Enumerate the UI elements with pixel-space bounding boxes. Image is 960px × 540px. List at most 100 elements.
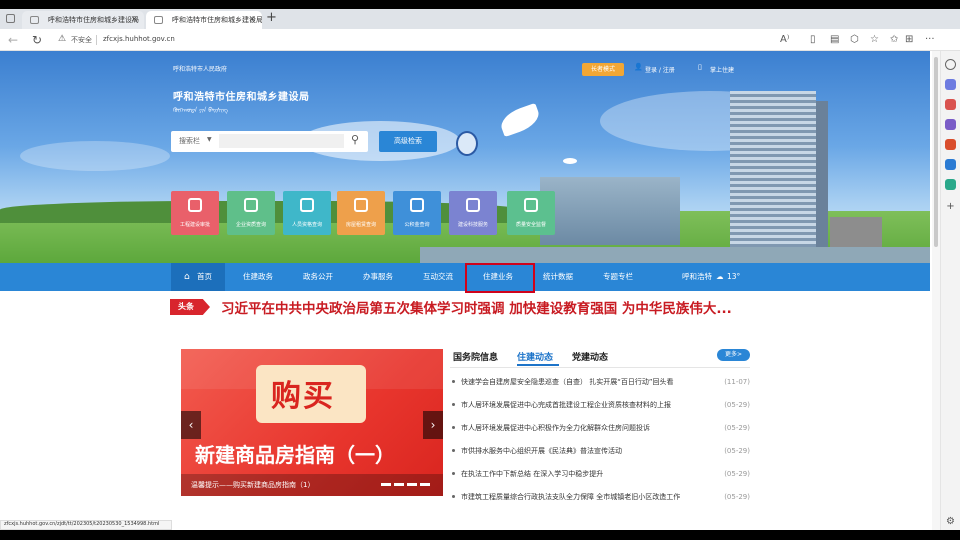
tab-state-council[interactable]: 国务院信息 (453, 350, 498, 363)
split-screen-icon[interactable]: ▯ (810, 33, 816, 47)
building-low (540, 177, 680, 245)
drop-icon[interactable] (945, 179, 956, 190)
accessibility-label: 长者模式 (590, 66, 615, 73)
site-title-mongolian: ᠬᠥᠬᠡᠬᠣᠲᠠ ᠶᠢᠨ ᠪᠠᠢᠰᠢᠩ (173, 107, 229, 114)
close-icon[interactable]: ✕ (248, 11, 256, 29)
scrollbar[interactable] (932, 51, 940, 530)
news-item[interactable]: 在执法工作中下新总结 在深入学习中稳步提升 (05-29) (450, 466, 750, 482)
carousel-dots[interactable] (381, 483, 431, 486)
carousel-caption[interactable]: 温馨提示——购买新建商品房指南（1） (191, 480, 314, 490)
office-icon[interactable] (945, 139, 956, 150)
tile-label: 公积金查询 (404, 222, 430, 228)
service-tile[interactable]: 质量安全监督 (507, 191, 555, 235)
service-tile[interactable]: 房屋租赁查询 (337, 191, 385, 235)
more-icon[interactable]: ··· (925, 33, 935, 47)
nav-item-topics[interactable]: 专题专栏 (603, 263, 633, 291)
news-item[interactable]: 市建筑工程质量综合行政执法支队全力保障 全市城镇老旧小区改造工作 (05-29) (450, 489, 750, 505)
news-title[interactable]: 在执法工作中下新总结 在深入学习中稳步提升 (461, 466, 705, 482)
news-title[interactable]: 市供排水服务中心组织开展《民法典》普法宣传活动 (461, 443, 705, 459)
service-tile[interactable]: 人员资格查询 (283, 191, 331, 235)
road (420, 247, 930, 263)
service-tile[interactable]: 工程建设审批 (171, 191, 219, 235)
security-label[interactable]: 不安全 (71, 35, 92, 45)
nav-item-interaction[interactable]: 互动交流 (423, 263, 453, 291)
bullet-icon (452, 426, 455, 429)
browser-sidebar: + ⚙ (940, 51, 960, 530)
games-icon[interactable] (945, 119, 956, 130)
building-tower-side (816, 101, 828, 247)
nav-item-statistics[interactable]: 统计数据 (543, 263, 573, 291)
back-icon[interactable]: ← (8, 32, 18, 48)
news-date: (05-29) (724, 424, 750, 432)
carousel-prev-button[interactable]: ‹ (181, 411, 201, 439)
user-icon[interactable]: 👤 (634, 63, 643, 71)
tile-label: 质量安全监督 (515, 222, 546, 228)
url-field[interactable]: zfcxjs.huhhot.gov.cn (103, 35, 175, 43)
extensions-icon[interactable]: ⬡ (850, 33, 859, 47)
close-icon[interactable]: ✕ (130, 11, 138, 29)
gov-name[interactable]: 呼和浩特市人民政府 (173, 64, 227, 73)
news-title[interactable]: 市建筑工程质量综合行政执法支队全力保障 全市城镇老旧小区改造工作 (461, 489, 705, 505)
tab-actions-icon[interactable] (6, 14, 15, 23)
service-tile[interactable]: 公积金查询 (393, 191, 441, 235)
service-tile[interactable]: 建设科技服务 (449, 191, 497, 235)
more-button[interactable]: 更多> (717, 349, 750, 361)
favorites-icon[interactable]: ✩ (890, 33, 898, 47)
bullet-icon (452, 472, 455, 475)
warning-icon[interactable]: ⚠ (58, 34, 66, 44)
reading-mode-icon[interactable]: ▤ (830, 33, 839, 47)
advanced-search-button[interactable]: 高级检索 (379, 131, 437, 152)
cloud-icon: ☁ (716, 272, 724, 281)
service-tile[interactable]: 企业资质查询 (227, 191, 275, 235)
carousel-next-button[interactable]: › (423, 411, 443, 439)
outlook-icon[interactable] (945, 159, 956, 170)
mobile-icon[interactable]: ▯ (698, 63, 702, 71)
news-item[interactable]: 市人居环境发展促进中心完成首批建设工程企业资质核查材料的上报 (05-29) (450, 397, 750, 413)
tile-icon (354, 198, 368, 212)
scrollbar-thumb[interactable] (934, 57, 938, 247)
nav-item-home[interactable]: 首页 (197, 263, 212, 291)
accessibility-button[interactable]: 长者模式 (582, 63, 624, 76)
read-aloud-icon[interactable]: A⁾ (780, 33, 789, 47)
news-date: (05-29) (724, 493, 750, 501)
building-tower (730, 91, 816, 247)
star-icon[interactable]: ☆ (870, 33, 879, 47)
mobile-link[interactable]: 掌上住建 (710, 65, 734, 74)
tools-icon[interactable] (945, 99, 956, 110)
refresh-icon[interactable]: ↻ (32, 32, 42, 48)
search-scope-select[interactable]: 搜索栏 (179, 136, 200, 146)
tab-party-news[interactable]: 党建动态 (572, 350, 608, 363)
nav-item-services[interactable]: 办事服务 (363, 263, 393, 291)
search-icon[interactable] (945, 59, 956, 70)
nav-item-open-gov[interactable]: 政务公开 (303, 263, 333, 291)
news-title[interactable]: 快速学会自建房屋安全隐患巡查（自查） 扎实开展“百日行动”回头看 (461, 374, 705, 390)
tab-2[interactable]: 呼和浩特市住房和城乡建设局 ✕ (146, 11, 262, 29)
page-icon (30, 16, 39, 24)
divider (96, 35, 97, 45)
add-icon[interactable]: + (945, 201, 956, 212)
tile-icon (188, 198, 202, 212)
login-link[interactable]: 登录 / 注册 (645, 65, 675, 74)
headline-link[interactable]: 习近平在中共中央政治局第五次集体学习时强调 加快建设教育强国 为中华民族伟大..… (221, 297, 732, 317)
highlight-box (465, 263, 535, 293)
new-tab-icon[interactable]: + (266, 10, 277, 25)
search-input[interactable] (219, 134, 344, 148)
shopping-icon[interactable] (945, 79, 956, 90)
nav-item-gov-affairs[interactable]: 住建政务 (243, 263, 273, 291)
tab-housing-news[interactable]: 住建动态 (517, 350, 553, 363)
tab-bar: 呼和浩特市住房和城乡建设局 ✕ 呼和浩特市住房和城乡建设局 ✕ + (0, 9, 960, 29)
chevron-down-icon[interactable]: ▼ (207, 136, 212, 143)
news-title[interactable]: 市人居环境发展促进中心积极作为全力化解群众住房问题投诉 (461, 420, 705, 436)
status-url: zfcxjs.huhhot.gov.cn/zjdt/tt/202305/t202… (4, 521, 160, 527)
settings-icon[interactable]: ⚙ (945, 516, 956, 527)
search-icon[interactable]: ⚲ (351, 133, 359, 146)
news-item[interactable]: 市供排水服务中心组织开展《民法典》普法宣传活动 (05-29) (450, 443, 750, 459)
tile-label: 企业资质查询 (235, 222, 266, 228)
news-item[interactable]: 快速学会自建房屋安全隐患巡查（自查） 扎实开展“百日行动”回头看 (11-07) (450, 374, 750, 390)
weather-temp: 13° (727, 272, 741, 281)
tab-1[interactable]: 呼和浩特市住房和城乡建设局 ✕ (22, 11, 144, 29)
news-item[interactable]: 市人居环境发展促进中心积极作为全力化解群众住房问题投诉 (05-29) (450, 420, 750, 436)
news-title[interactable]: 市人居环境发展促进中心完成首批建设工程企业资质核查材料的上报 (461, 397, 705, 413)
collections-icon[interactable]: ⊞ (905, 33, 913, 47)
carousel[interactable]: 购买 新建商品房指南（一） 温馨提示——购买新建商品房指南（1） ‹ › (181, 349, 443, 496)
